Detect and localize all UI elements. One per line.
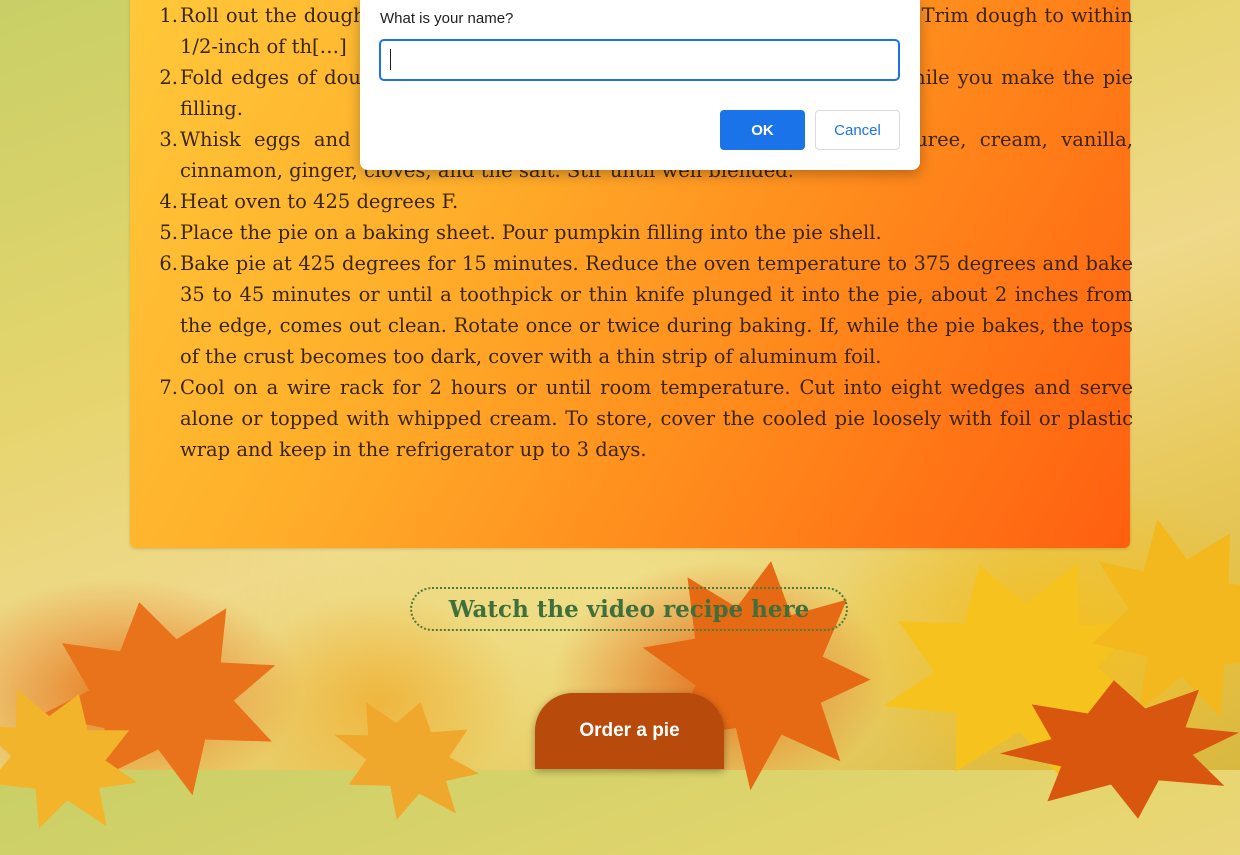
cancel-button[interactable]: Cancel bbox=[815, 110, 900, 150]
step-number: 6. bbox=[159, 252, 178, 275]
step-text: Place the pie on a baking sheet. Pour pu… bbox=[180, 221, 882, 244]
ok-button[interactable]: OK bbox=[720, 110, 805, 150]
watch-video-link[interactable]: Watch the video recipe here bbox=[410, 587, 848, 631]
name-input[interactable] bbox=[379, 39, 900, 81]
step-text: Bake pie at 425 degrees for 15 minutes. … bbox=[180, 252, 1133, 368]
recipe-step: 7. Cool on a wire rack for 2 hours or unt… bbox=[159, 372, 1133, 465]
order-pie-button[interactable]: Order a pie bbox=[535, 693, 724, 769]
step-number: 4. bbox=[159, 190, 178, 213]
step-text: Cool on a wire rack for 2 hours or until… bbox=[180, 376, 1133, 461]
step-number: 1. bbox=[159, 4, 178, 27]
step-number: 5. bbox=[159, 221, 178, 244]
text-caret bbox=[390, 49, 391, 70]
prompt-message: What is your name? bbox=[380, 10, 514, 27]
step-number: 3. bbox=[159, 128, 178, 151]
name-prompt-dialog: What is your name? OK Cancel bbox=[360, 0, 920, 170]
recipe-step: 6. Bake pie at 425 degrees for 15 minutes… bbox=[159, 248, 1133, 372]
order-pie-label: Order a pie bbox=[579, 720, 680, 741]
recipe-step: 5. Place the pie on a baking sheet. Pour … bbox=[159, 217, 1133, 248]
step-number: 7. bbox=[159, 376, 178, 399]
recipe-step: 4. Heat oven to 425 degrees F. bbox=[159, 186, 1133, 217]
step-number: 2. bbox=[159, 66, 178, 89]
step-text: Heat oven to 425 degrees F. bbox=[180, 190, 459, 213]
maple-leaf-decoration bbox=[317, 683, 493, 838]
